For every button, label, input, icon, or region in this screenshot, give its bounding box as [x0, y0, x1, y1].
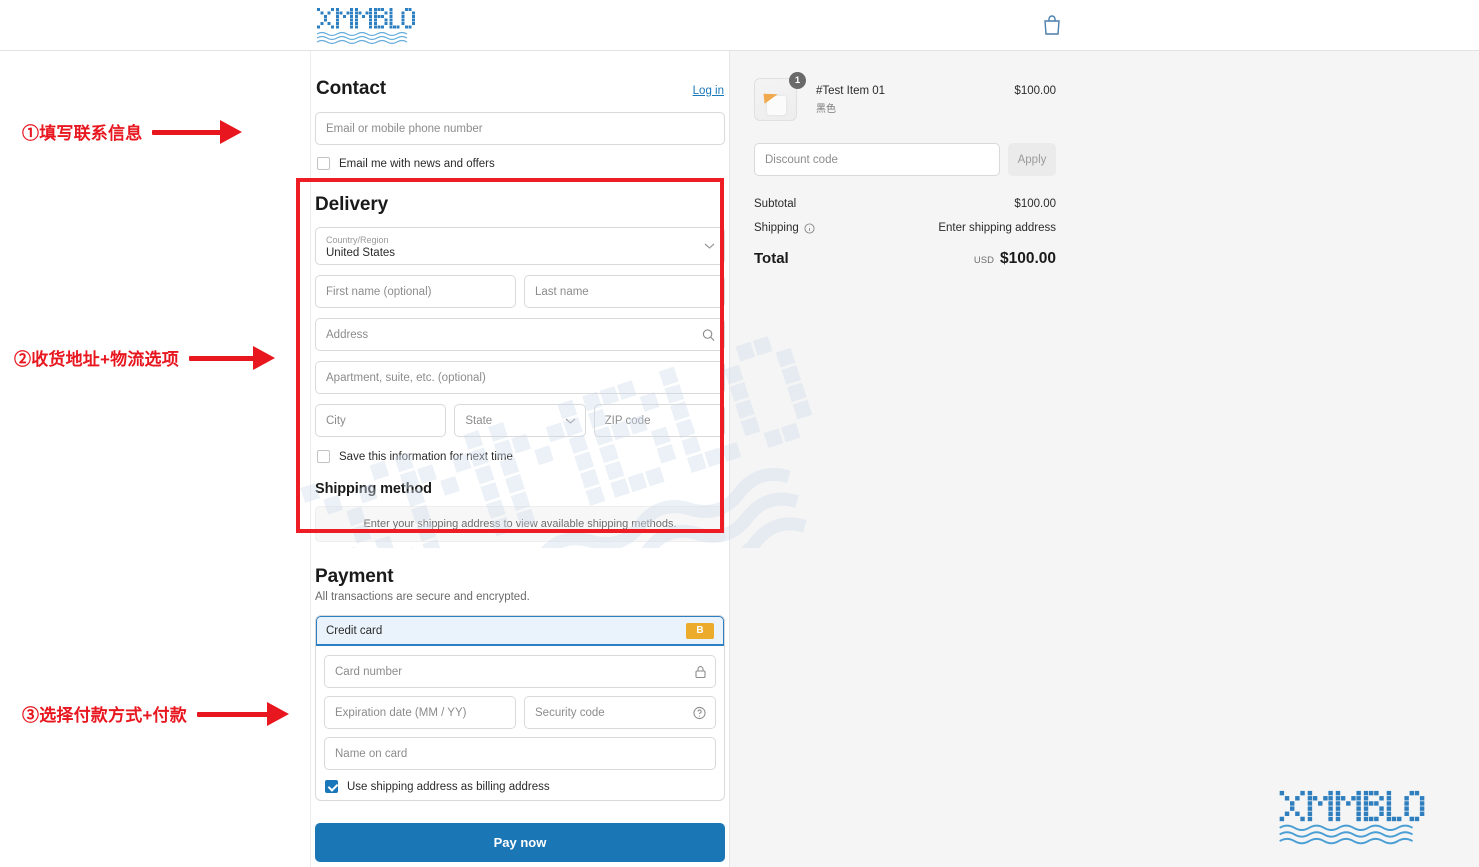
newsletter-checkbox-row[interactable]: Email me with news and offers [315, 157, 725, 170]
country-select[interactable]: Country/Region United States [315, 227, 725, 265]
shipping-value: Enter shipping address [938, 222, 1056, 234]
chevron-down-icon [565, 417, 576, 425]
annotation-step-1: ①填写联系信息 [22, 119, 243, 144]
address-placeholder: Address [326, 328, 369, 341]
newsletter-checkbox[interactable] [317, 157, 330, 170]
total-label: Total [754, 250, 789, 267]
name-on-card-input[interactable]: Name on card [324, 737, 716, 770]
city-placeholder: City [326, 414, 346, 427]
checkout-form-column: Contact Log in Email or mobile phone num… [310, 51, 729, 867]
annotation-gutter: ①填写联系信息 ②收货地址+物流选项 ③选择付款方式+付款 [0, 51, 310, 867]
first-name-input[interactable]: First name (optional) [315, 275, 516, 308]
total-row: Total USD $100.00 [754, 250, 1056, 268]
chevron-down-icon [704, 242, 715, 250]
arrow-icon [188, 345, 275, 370]
subtotal-row: Subtotal $100.00 [754, 198, 1056, 210]
annotation-step-2: ②收货地址+物流选项 [14, 345, 275, 370]
arrow-icon [152, 119, 243, 144]
name-on-card-placeholder: Name on card [335, 747, 408, 760]
shipping-label: Shipping [754, 222, 799, 234]
annotation-step-3-text: ③选择付款方式+付款 [22, 706, 187, 725]
payment-subtitle: All transactions are secure and encrypte… [315, 591, 530, 603]
search-icon [702, 328, 715, 341]
product-title: #Test Item 01 [816, 85, 886, 97]
order-line-item: 1 #Test Item 01 黑色 $100.00 [754, 72, 1056, 121]
email-input-placeholder: Email or mobile phone number [326, 122, 483, 135]
checkout-page: ①填写联系信息 ②收货地址+物流选项 ③选择付款方式+付款 Contact Lo… [0, 0, 1479, 867]
credit-card-label: Credit card [326, 624, 383, 637]
pay-now-button[interactable]: Pay now [315, 823, 725, 862]
bogus-gateway-badge: B [686, 622, 714, 639]
site-logo[interactable] [316, 4, 416, 46]
state-placeholder: State [465, 414, 493, 427]
zip-placeholder: ZIP code [604, 414, 651, 427]
zip-input[interactable]: ZIP code [593, 404, 725, 437]
annotation-step-2-text: ②收货地址+物流选项 [14, 350, 179, 369]
pay-now-label: Pay now [493, 835, 547, 850]
discount-code-input[interactable]: Discount code [754, 143, 1000, 176]
product-price: $100.00 [1014, 85, 1056, 97]
save-info-label: Save this information for next time [339, 450, 513, 463]
contact-heading: Contact [316, 78, 387, 99]
annotation-step-1-text: ①填写联系信息 [22, 124, 143, 143]
shipping-method-empty-message: Enter your shipping address to view avai… [363, 518, 677, 530]
address-input[interactable]: Address [315, 318, 725, 351]
apartment-placeholder: Apartment, suite, etc. (optional) [326, 371, 486, 384]
last-name-placeholder: Last name [535, 285, 589, 298]
arrow-icon [196, 701, 289, 726]
billing-same-checkbox-row[interactable]: Use shipping address as billing address [324, 780, 716, 793]
billing-same-checkbox[interactable] [325, 780, 338, 793]
shipping-method-heading: Shipping method [315, 481, 432, 497]
save-info-checkbox-row[interactable]: Save this information for next time [315, 450, 725, 463]
expiration-placeholder: Expiration date (MM / YY) [335, 706, 467, 719]
payment-heading: Payment [315, 566, 394, 587]
expiration-date-input[interactable]: Expiration date (MM / YY) [324, 696, 516, 729]
total-currency: USD [973, 255, 994, 266]
subtotal-value: $100.00 [1014, 198, 1056, 210]
apply-discount-button[interactable]: Apply [1008, 143, 1056, 176]
last-name-input[interactable]: Last name [524, 275, 725, 308]
product-variant: 黑色 [816, 104, 836, 115]
product-image-accent [763, 92, 779, 104]
quantity-badge: 1 [789, 72, 806, 89]
newsletter-label: Email me with news and offers [339, 157, 495, 170]
total-value: $100.00 [999, 250, 1056, 267]
security-code-input[interactable]: Security code [524, 696, 716, 729]
discount-code-placeholder: Discount code [765, 153, 838, 166]
save-info-checkbox[interactable] [317, 450, 330, 463]
credit-card-fields: Card number Expiration date (MM / YY) Se… [316, 646, 724, 800]
billing-same-label: Use shipping address as billing address [347, 780, 550, 793]
product-meta: #Test Item 01 黑色 [816, 78, 1014, 115]
security-code-placeholder: Security code [535, 706, 605, 719]
country-label: Country/Region [326, 235, 389, 245]
city-input[interactable]: City [315, 404, 447, 437]
subtotal-label: Subtotal [754, 198, 797, 210]
email-input[interactable]: Email or mobile phone number [315, 112, 725, 145]
state-select[interactable]: State [454, 404, 586, 437]
corner-watermark-logo [1247, 785, 1457, 847]
shipping-method-empty-state: Enter your shipping address to view avai… [315, 506, 725, 542]
apartment-input[interactable]: Apartment, suite, etc. (optional) [315, 361, 725, 394]
question-circle-icon[interactable] [693, 706, 706, 719]
total-amount-group: USD $100.00 [974, 250, 1056, 268]
credit-card-option[interactable]: Credit card B [316, 616, 724, 646]
site-header [0, 0, 1479, 51]
apply-label: Apply [1017, 153, 1047, 166]
discount-row: Discount code Apply [754, 143, 1056, 176]
country-value: United States [326, 247, 396, 259]
delivery-heading: Delivery [315, 194, 389, 215]
shopping-bag-icon[interactable] [1037, 10, 1067, 40]
order-summary-panel: 1 #Test Item 01 黑色 $100.00 Discount code… [729, 51, 1479, 867]
info-circle-icon[interactable] [804, 222, 815, 234]
card-number-input[interactable]: Card number [324, 655, 716, 688]
shipping-label-group: Shipping [754, 222, 815, 234]
shipping-row: Shipping Enter shipping address [754, 222, 1056, 234]
first-name-placeholder: First name (optional) [326, 285, 432, 298]
payment-method-panel: Credit card B Card number Expiration dat… [315, 615, 725, 801]
annotation-step-3: ③选择付款方式+付款 [22, 701, 289, 726]
card-number-placeholder: Card number [335, 665, 403, 678]
login-link[interactable]: Log in [693, 85, 724, 97]
lock-icon [695, 665, 706, 678]
